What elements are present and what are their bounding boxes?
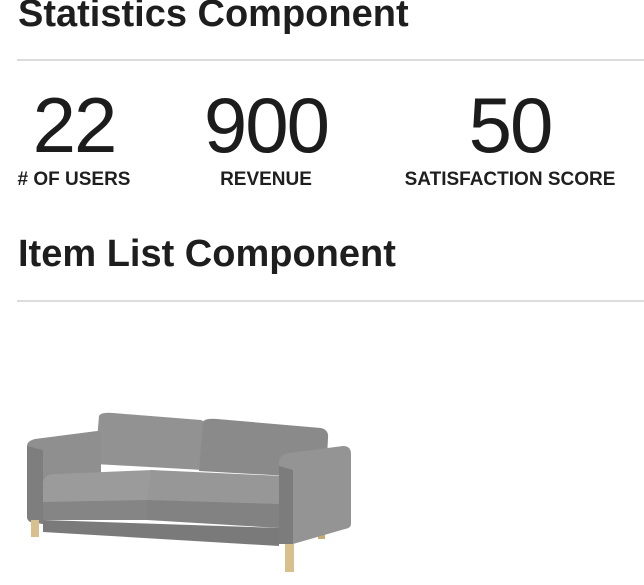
stat-users-label: # OF USERS [17,169,131,190]
stat-revenue-label: REVENUE [220,169,312,190]
statistics-divider [17,59,644,61]
sofa-leg-front-right [285,544,294,572]
sofa-seat-front-left [43,500,147,520]
sofa-right-arm-front [279,466,293,544]
stat-revenue-value: 900 [203,81,330,169]
sofa-seat-cushion-left [43,470,153,504]
sofa-image[interactable] [21,408,357,576]
item-list-heading: Item List Component [18,233,396,275]
stat-users-value: 22 [32,81,118,169]
stat-satisfaction: 50 SATISFACTION SCORE [398,86,622,189]
stat-satisfaction-label: SATISFACTION SCORE [404,169,616,190]
sofa-seat-cushion-right [147,470,286,506]
sofa-seat-front-right [147,500,279,528]
sofa-left-arm-front [27,446,43,524]
sofa-back-cushion-left [95,412,207,470]
stat-satisfaction-value: 50 [468,81,554,169]
sofa-leg-front-left [31,520,39,537]
statistics-heading: Statistics Component [18,0,409,35]
stat-revenue: 900 REVENUE [190,86,342,189]
item-list-divider [17,300,644,302]
stat-users: 22 # OF USERS [17,86,131,189]
item-list [17,312,644,585]
